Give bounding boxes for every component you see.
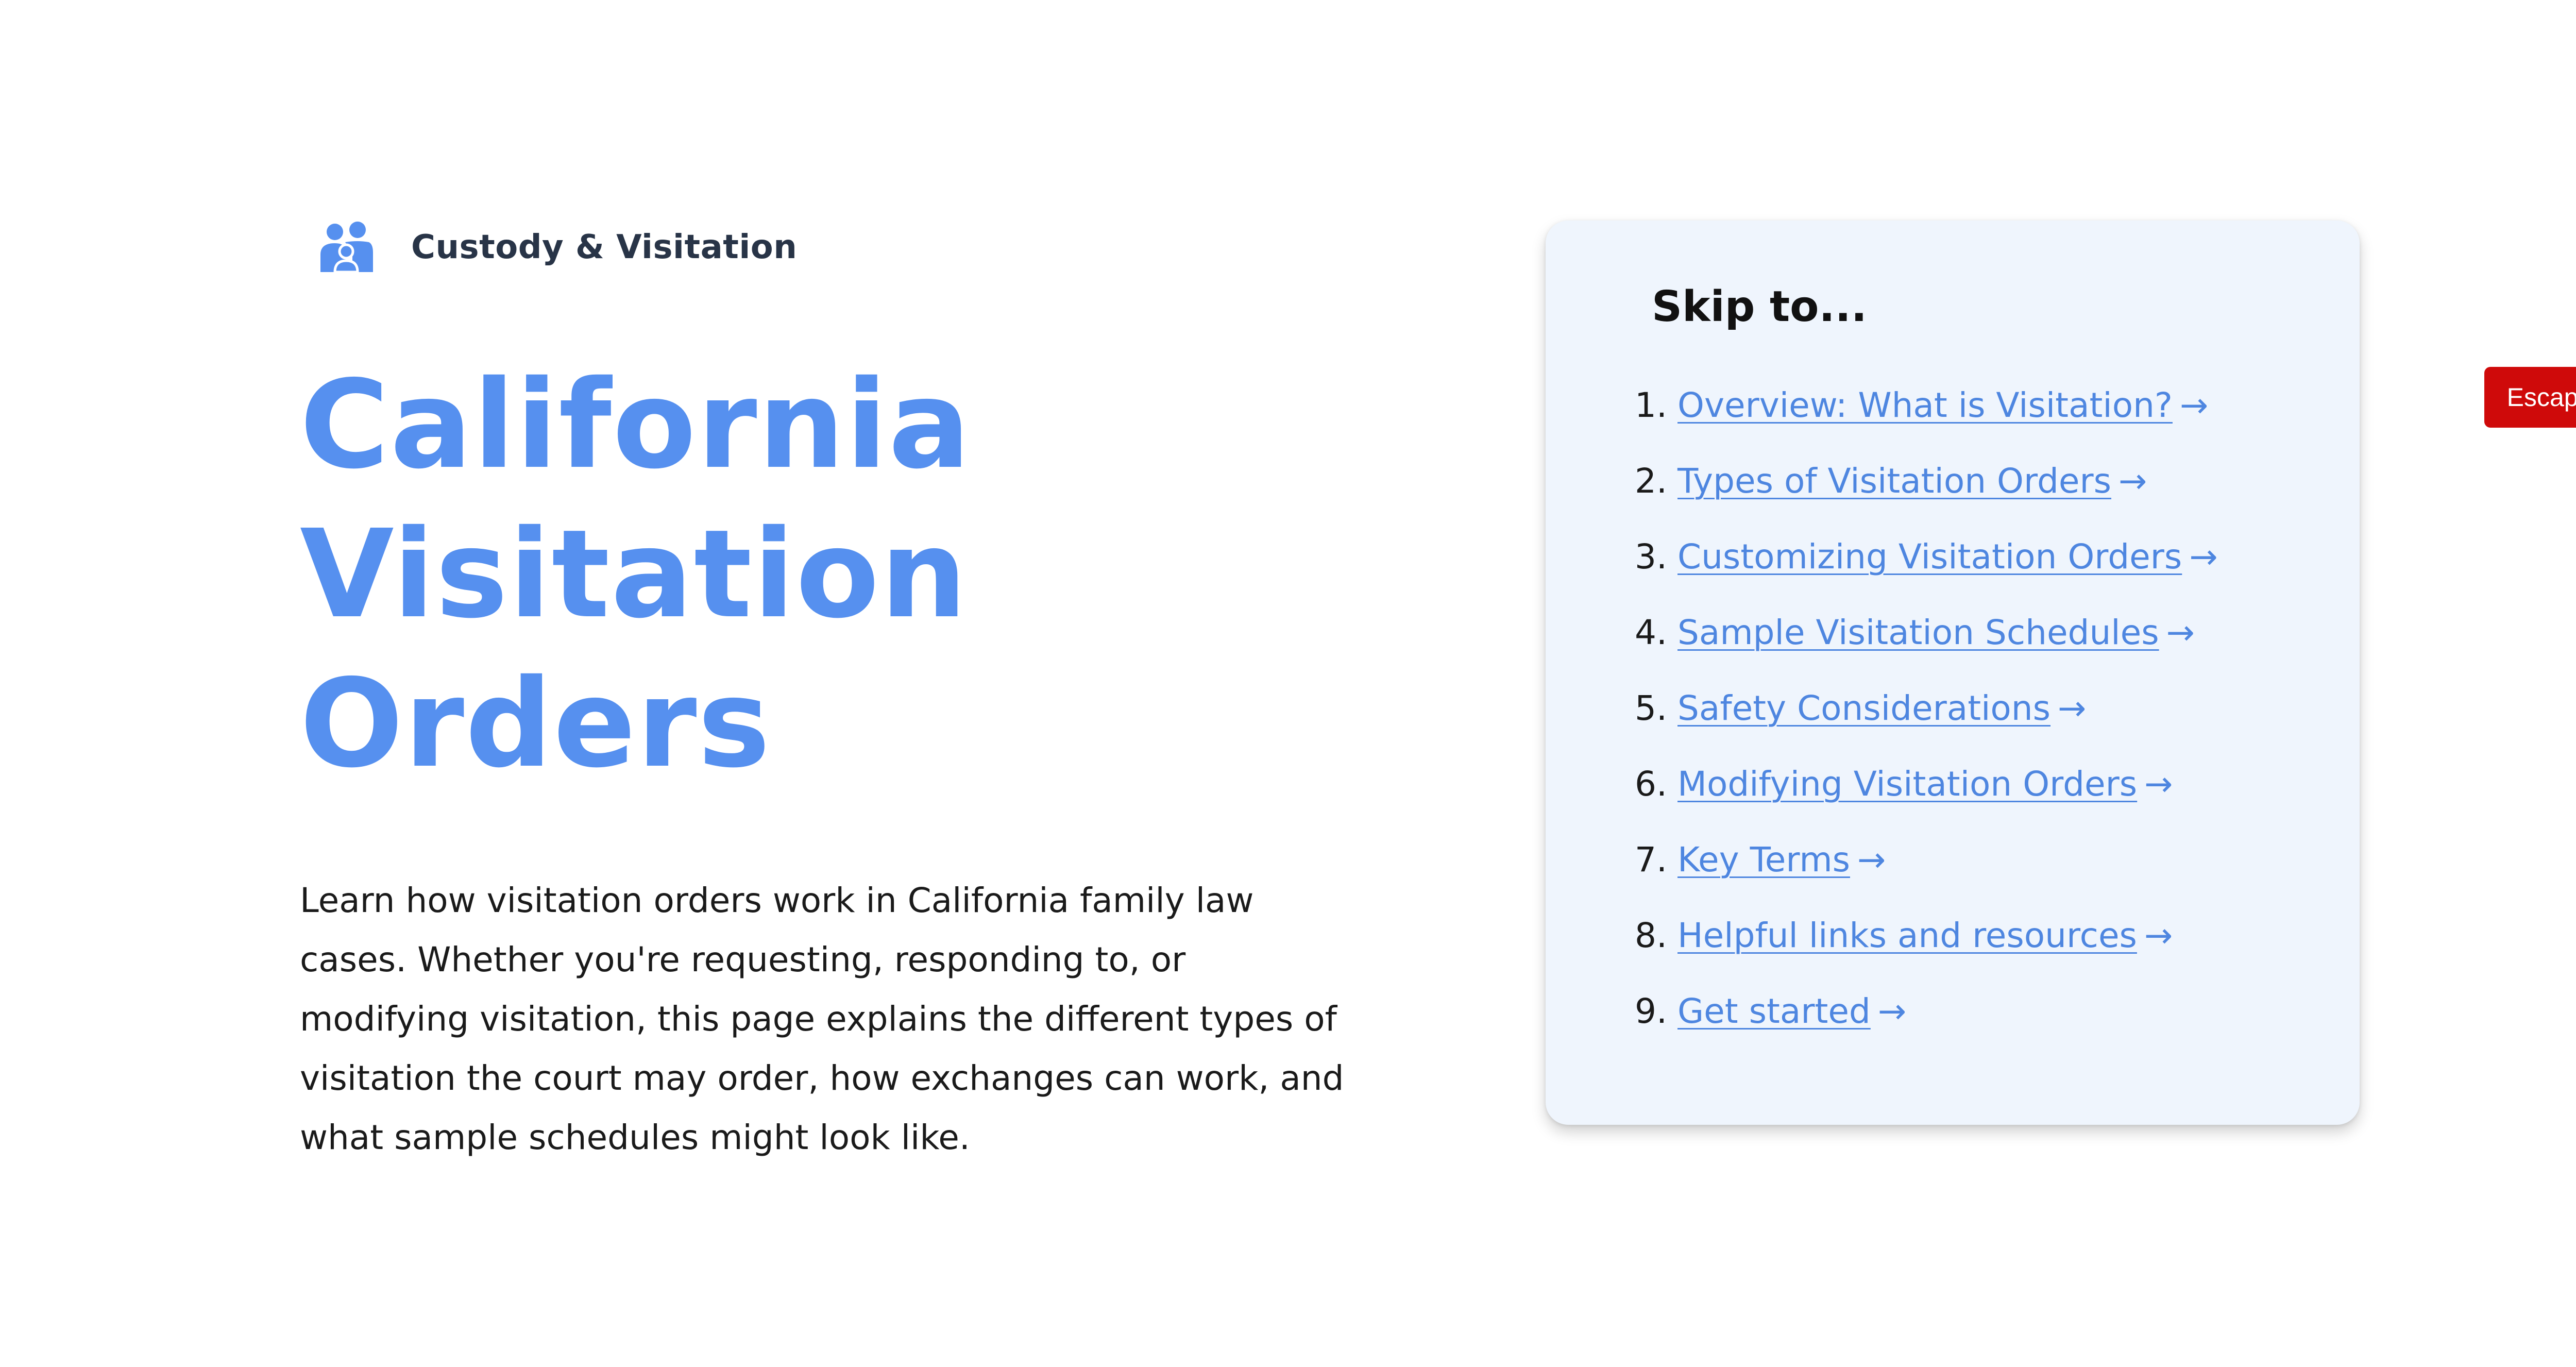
category-label: Custody & Visitation <box>411 228 798 266</box>
arrow-right-icon: → <box>2118 461 2147 501</box>
skip-item-modifying: 6. Modifying Visitation Orders → <box>1613 764 2218 840</box>
page-title-line-2: Visitation Orders <box>300 503 968 795</box>
skip-item-safety: 5. Safety Considerations → <box>1613 688 2218 764</box>
skip-item-number: 4. <box>1635 613 1667 652</box>
family-icon <box>317 222 374 274</box>
skip-link-get-started[interactable]: Get started <box>1677 991 1871 1031</box>
skip-item-overview: 1. Overview: What is Visitation? → <box>1613 385 2218 461</box>
skip-item-resources: 8. Helpful links and resources → <box>1613 916 2218 991</box>
arrow-right-icon: → <box>2166 613 2195 652</box>
skip-to-heading: Skip to... <box>1652 282 1867 331</box>
category-eyebrow: Custody & Visitation <box>300 216 1371 278</box>
skip-item-number: 6. <box>1635 764 1667 804</box>
hero: Custody & Visitation California Visitati… <box>300 216 1371 1201</box>
skip-link-overview[interactable]: Overview: What is Visitation? <box>1677 385 2173 425</box>
page-title: California Visitation Orders <box>300 350 1371 799</box>
skip-item-number: 9. <box>1635 991 1667 1031</box>
skip-item-number: 7. <box>1635 840 1667 880</box>
skip-to-card: Skip to... 1. Overview: What is Visitati… <box>1546 221 2360 1125</box>
skip-link-sample-schedules[interactable]: Sample Visitation Schedules <box>1677 613 2159 652</box>
escape-button[interactable]: Escape <box>2484 367 2576 428</box>
skip-item-number: 5. <box>1635 688 1667 728</box>
skip-item-sample-schedules: 4. Sample Visitation Schedules → <box>1613 613 2218 688</box>
skip-item-number: 8. <box>1635 916 1667 955</box>
skip-item-types: 2. Types of Visitation Orders → <box>1613 461 2218 537</box>
arrow-right-icon: → <box>2179 385 2209 425</box>
intro-paragraph: Learn how visitation orders work in Cali… <box>300 881 1344 1157</box>
skip-link-customizing[interactable]: Customizing Visitation Orders <box>1677 537 2182 577</box>
arrow-right-icon: → <box>1877 991 1907 1031</box>
skip-item-key-terms: 7. Key Terms → <box>1613 840 2218 916</box>
skip-item-get-started: 9. Get started → <box>1613 991 2218 1067</box>
arrow-right-icon: → <box>2058 688 2087 728</box>
skip-link-resources[interactable]: Helpful links and resources <box>1677 916 2137 955</box>
page-title-line-1: California <box>300 354 972 496</box>
arrow-right-icon: → <box>2189 537 2218 577</box>
arrow-right-icon: → <box>1857 840 1886 880</box>
skip-item-customizing: 3. Customizing Visitation Orders → <box>1613 537 2218 613</box>
arrow-right-icon: → <box>2144 916 2173 955</box>
skip-item-number: 1. <box>1635 385 1667 425</box>
skip-link-types[interactable]: Types of Visitation Orders <box>1677 461 2111 501</box>
skip-item-number: 2. <box>1635 461 1667 501</box>
skip-link-safety[interactable]: Safety Considerations <box>1677 688 2050 728</box>
page: Custody & Visitation California Visitati… <box>0 0 2576 1367</box>
skip-link-modifying[interactable]: Modifying Visitation Orders <box>1677 764 2137 804</box>
skip-link-key-terms[interactable]: Key Terms <box>1677 840 1850 880</box>
skip-to-list: 1. Overview: What is Visitation? → 2. Ty… <box>1613 385 2218 1067</box>
skip-item-number: 3. <box>1635 537 1667 577</box>
arrow-right-icon: → <box>2144 764 2173 804</box>
